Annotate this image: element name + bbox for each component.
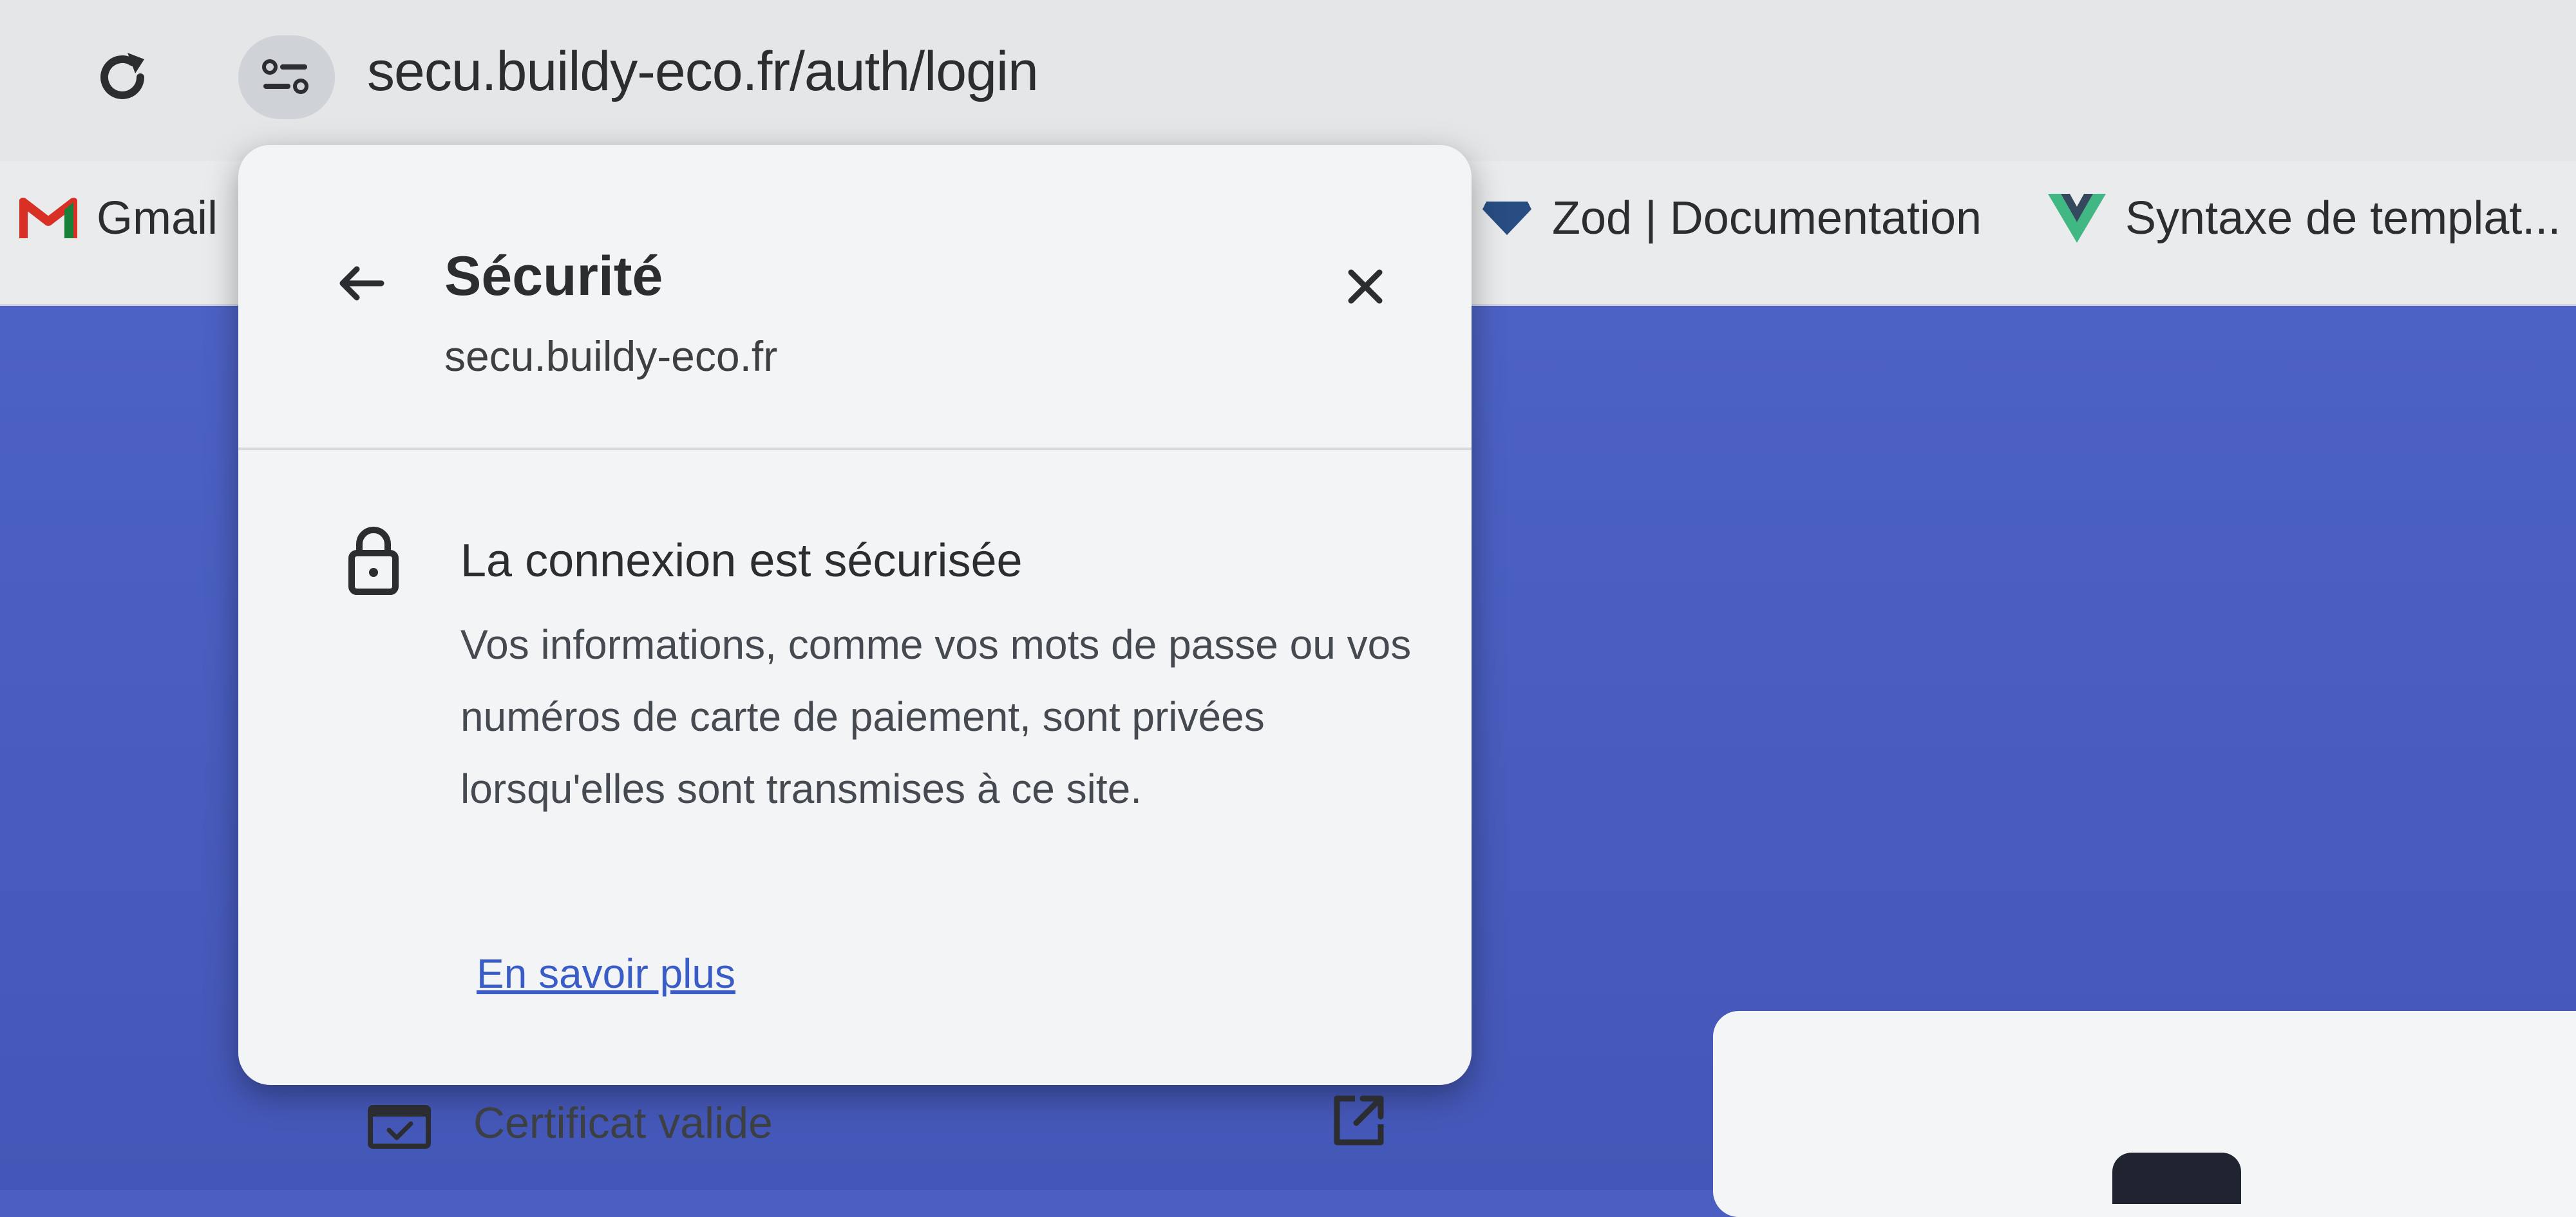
reload-icon[interactable] — [90, 45, 155, 109]
connection-status-title: La connexion est sécurisée — [460, 535, 1023, 587]
bookmark-vue[interactable]: Syntaxe de templat... — [2048, 192, 2561, 245]
open-external-icon — [1334, 1095, 1384, 1146]
site-info-button[interactable] — [238, 35, 335, 119]
bookmark-label: Zod | Documentation — [1552, 193, 1982, 244]
bookmark-zod[interactable]: Zod | Documentation — [1481, 192, 1982, 245]
lock-icon — [348, 527, 399, 595]
divider — [238, 448, 1472, 450]
back-button[interactable] — [328, 251, 393, 316]
browser-toolbar: secu.buildy-eco.fr/auth/login — [0, 0, 2576, 161]
open-external-button[interactable] — [1327, 1088, 1391, 1153]
bookmark-label: Syntaxe de templat... — [2125, 193, 2561, 244]
tune-icon — [262, 59, 308, 94]
back-arrow-icon — [339, 266, 384, 301]
certificate-icon — [368, 1105, 431, 1149]
connection-status-description: Vos informations, comme vos mots de pass… — [460, 621, 1412, 812]
login-card-logo — [2112, 1153, 2241, 1204]
site-domain: secu.buildy-eco.fr — [444, 332, 778, 380]
bookmark-gmail[interactable]: Gmail — [19, 192, 218, 245]
bookmark-label: Gmail — [97, 193, 218, 244]
popup-title: Sécurité — [444, 245, 663, 307]
security-popup: Sécurité secu.buildy-eco.fr La connexion… — [238, 145, 1472, 1149]
close-icon — [1348, 269, 1383, 304]
address-bar-url[interactable]: secu.buildy-eco.fr/auth/login — [367, 40, 1039, 104]
zod-icon — [1482, 202, 1531, 235]
vue-icon — [2048, 194, 2106, 243]
learn-more-link[interactable]: En savoir plus — [477, 950, 735, 997]
close-button[interactable] — [1333, 254, 1397, 319]
gmail-icon — [19, 198, 77, 238]
certificate-valid-button[interactable]: Certificat valide — [473, 1098, 773, 1148]
